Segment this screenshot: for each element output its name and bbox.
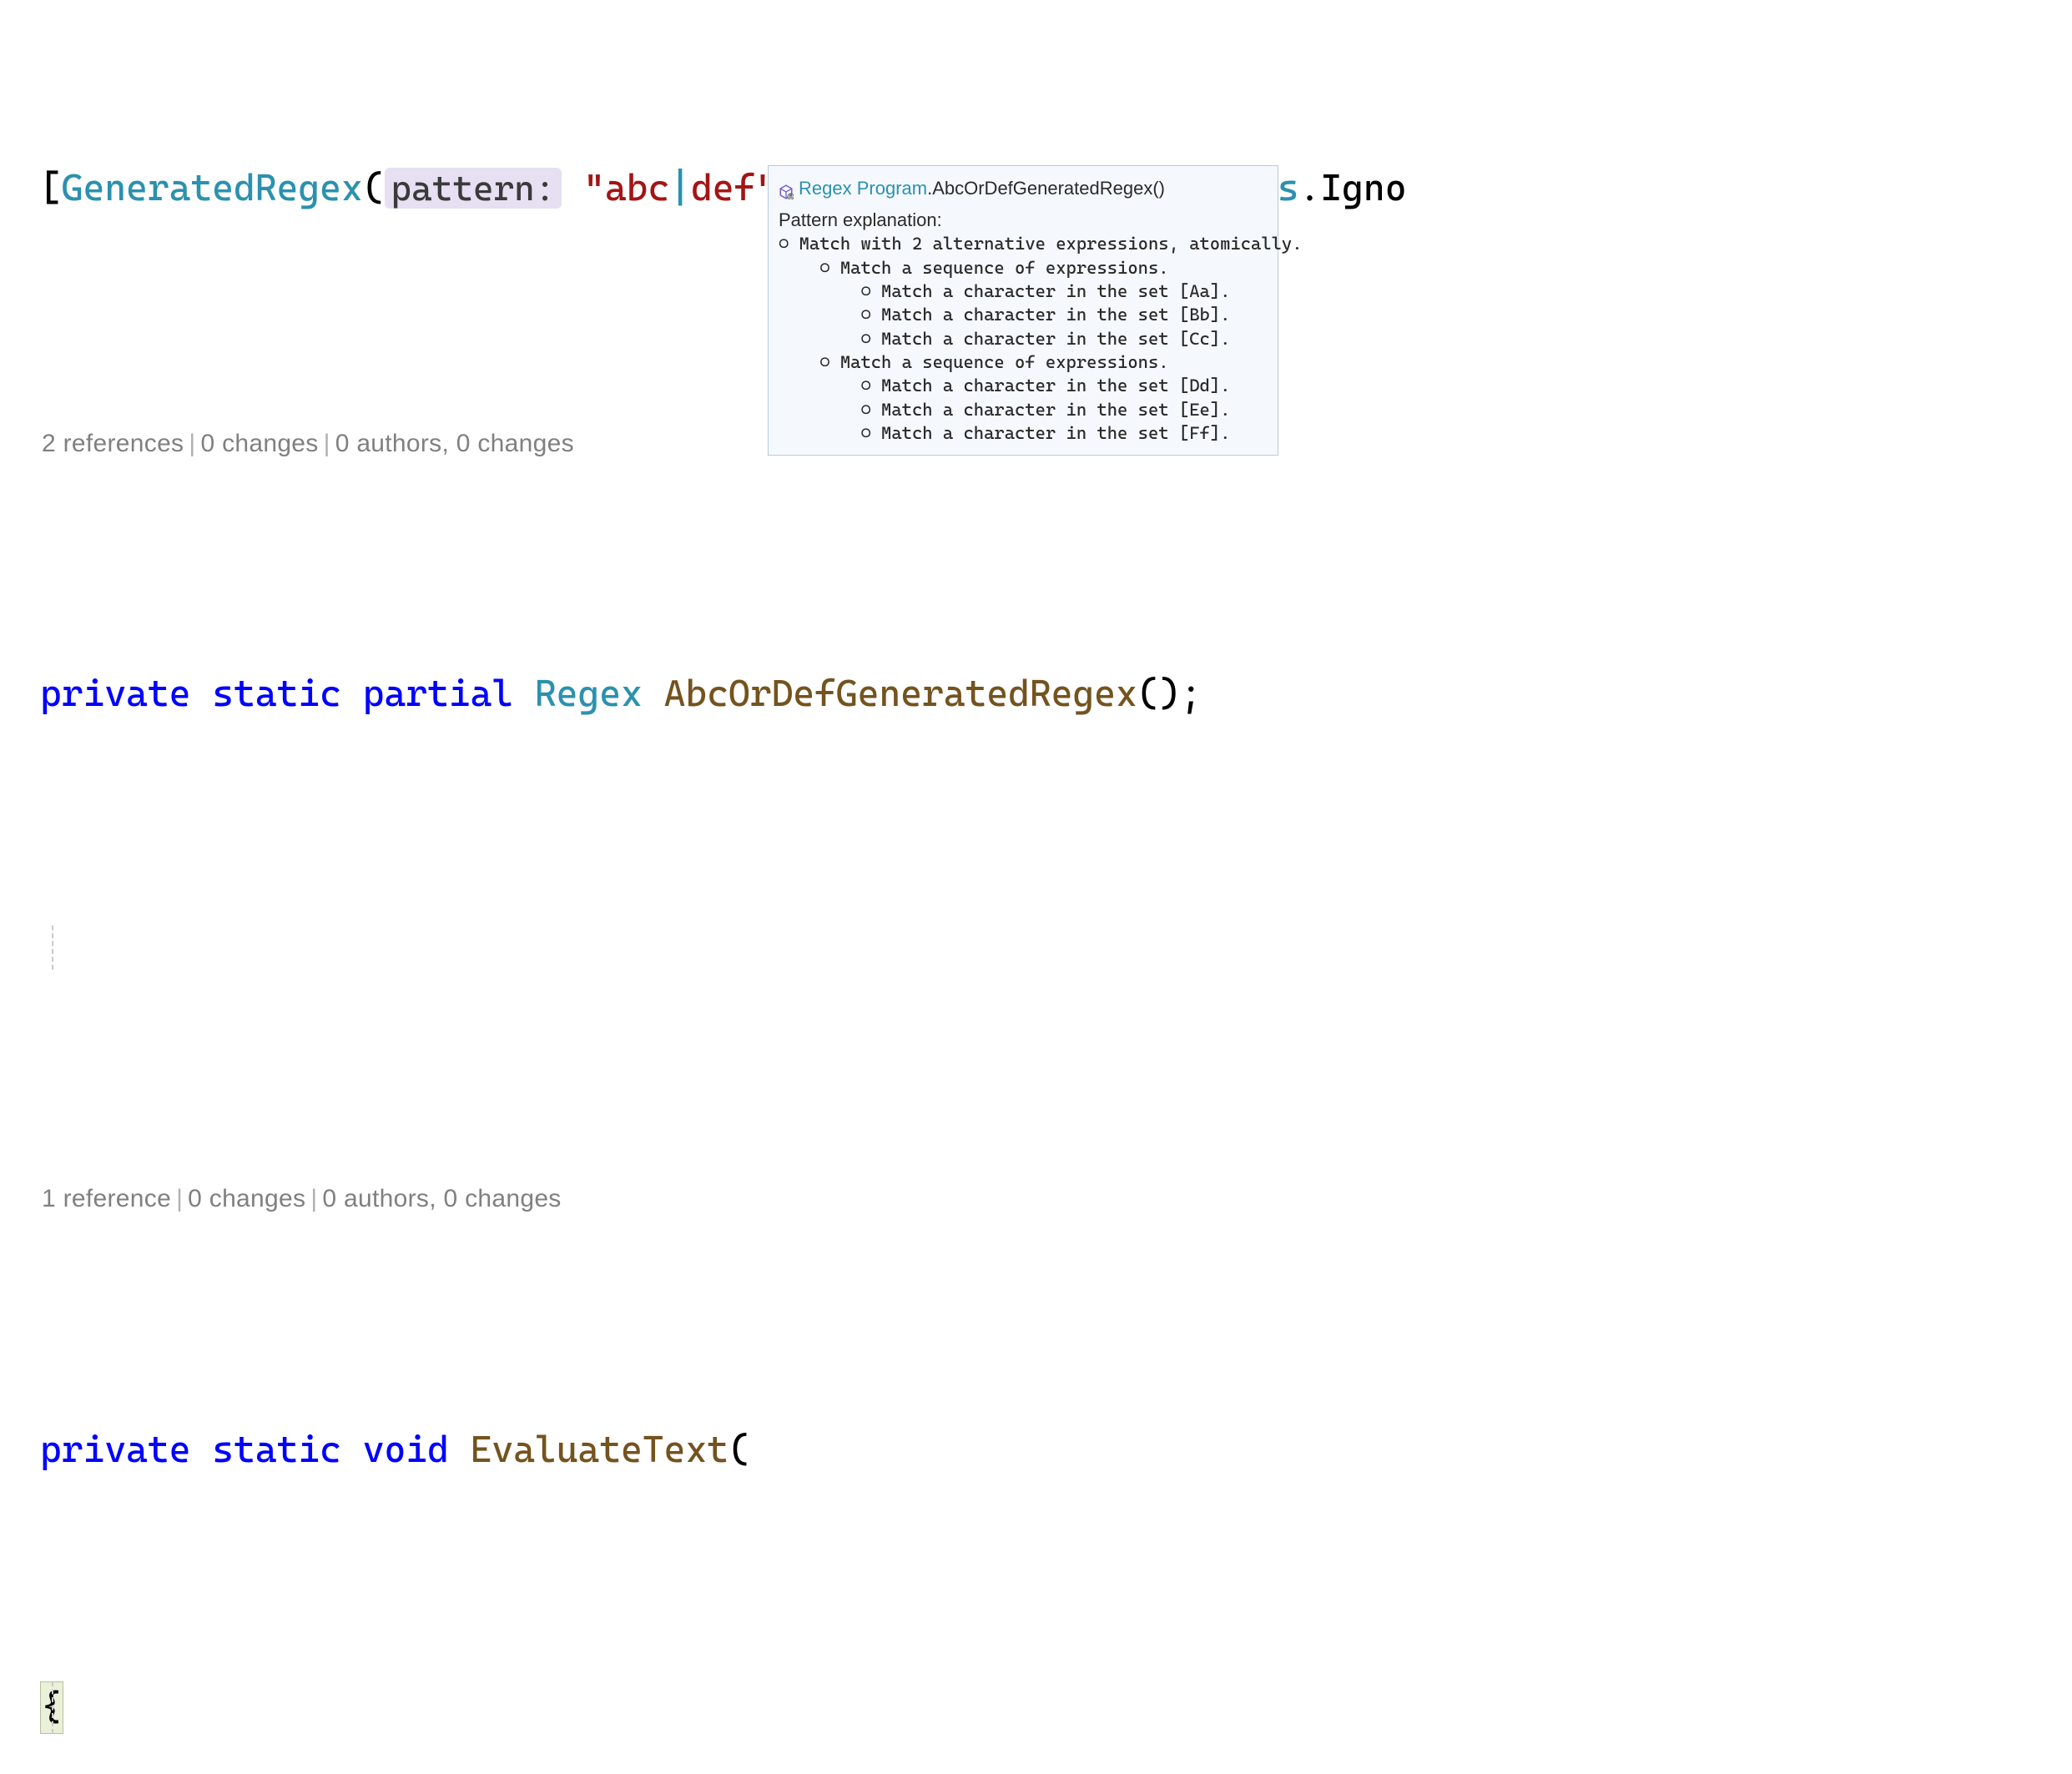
regex-alternation: |: [669, 167, 691, 209]
codelens-separator: |: [176, 1185, 183, 1212]
paren-open: (: [363, 167, 385, 209]
type-name: Regex: [535, 673, 643, 715]
tooltip-method-name: AbcOrDefGeneratedRegex(): [932, 178, 1165, 199]
keyword: private: [40, 673, 190, 715]
tooltip-expl-line: ○ Match with 2 alternative expressions, …: [779, 232, 1266, 255]
keyword: private: [40, 1429, 190, 1471]
inlay-hint-pattern: pattern:: [385, 168, 562, 209]
tooltip-return-type: Regex: [799, 178, 852, 199]
method-name: EvaluateText: [471, 1429, 728, 1471]
attribute-name: GeneratedRegex: [62, 167, 363, 209]
tooltip-label: Pattern explanation:: [779, 208, 1266, 233]
codelens-separator: |: [310, 1185, 317, 1212]
codelens-authors[interactable]: 0 authors, 0 changes: [335, 430, 574, 457]
tooltip-header: Regex Program.AbcOrDefGeneratedRegex(): [779, 176, 1266, 201]
method-name: AbcOrDefGeneratedRegex: [664, 673, 1137, 715]
tooltip-expl-line: ○ Match a character in the set [Dd].: [779, 374, 1266, 397]
string-part: def: [691, 167, 755, 209]
codelens-references[interactable]: 1 reference: [42, 1185, 171, 1212]
code-line: private static void EvaluateText(: [40, 1424, 2072, 1476]
codelens-separator: |: [324, 430, 330, 457]
codelens-changes[interactable]: 0 changes: [200, 430, 318, 457]
tooltip-expl-line: ○ Match a sequence of expressions.: [779, 350, 1266, 374]
codelens-references[interactable]: 2 references: [42, 430, 184, 457]
paren-open: (: [728, 1429, 750, 1471]
codelens-row[interactable]: 1 reference|0 changes|0 authors, 0 chang…: [40, 1175, 2072, 1218]
string-part: abc: [605, 167, 669, 209]
code-line: private static partial Regex AbcOrDefGen…: [40, 668, 2072, 720]
bracket-open: [: [40, 167, 62, 209]
tooltip-expl-line: ○ Match a character in the set [Ee].: [779, 398, 1266, 421]
quickinfo-tooltip: Regex Program.AbcOrDefGeneratedRegex() P…: [768, 165, 1278, 456]
keyword: void: [363, 1429, 449, 1471]
codelens-separator: |: [189, 430, 195, 457]
codelens-authors[interactable]: 0 authors, 0 changes: [322, 1185, 561, 1212]
method-icon: [779, 181, 794, 196]
codelens-changes[interactable]: 0 changes: [188, 1185, 305, 1212]
keyword: static: [212, 673, 341, 715]
enum-member: Igno: [1320, 167, 1406, 209]
tooltip-expl-line: ○ Match a character in the set [Cc].: [779, 327, 1266, 350]
keyword: partial: [363, 673, 513, 715]
keyword: static: [212, 1429, 341, 1471]
tooltip-expl-line: ○ Match a character in the set [Ff].: [779, 421, 1266, 445]
tooltip-class-name: Program: [857, 178, 927, 199]
paren-semi: ();: [1137, 673, 1202, 715]
tooltip-expl-line: ○ Match a character in the set [Bb].: [779, 303, 1266, 326]
string-quote: ": [583, 167, 605, 209]
code-line: {: [40, 1681, 2072, 1735]
blank-line: [40, 925, 2072, 970]
tooltip-expl-line: ○ Match a character in the set [Aa].: [779, 280, 1266, 303]
tooltip-expl-line: ○ Match a sequence of expressions.: [779, 256, 1266, 280]
dot: .: [1299, 167, 1321, 209]
